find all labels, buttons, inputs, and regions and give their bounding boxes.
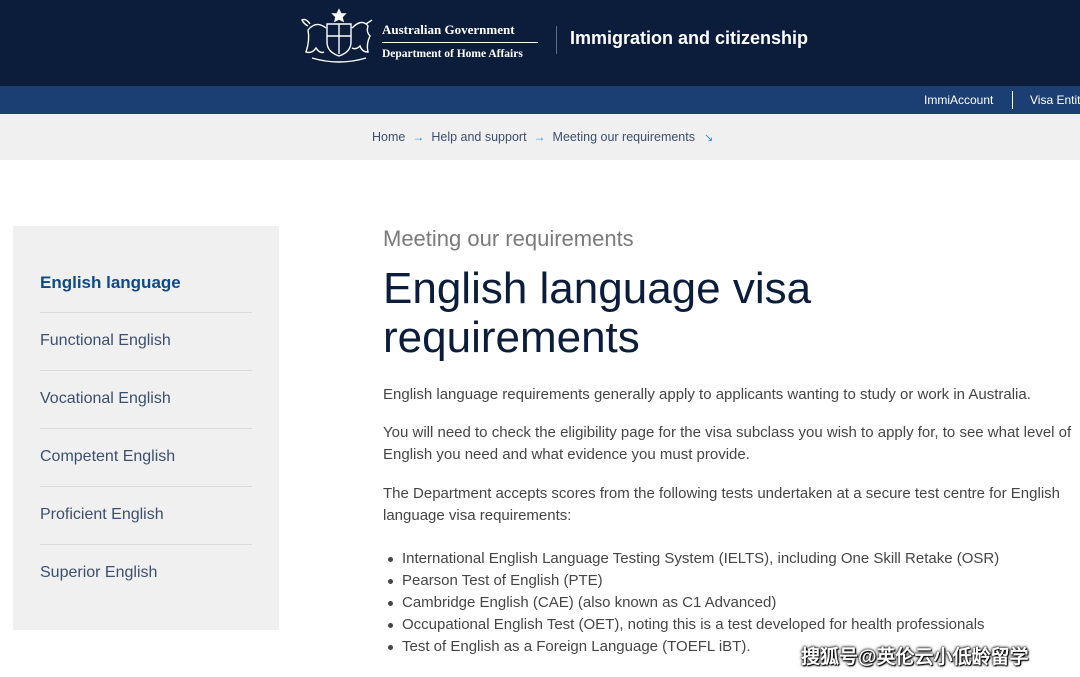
list-item: Pearson Test of English (PTE) xyxy=(383,570,1073,592)
sidebar-divider xyxy=(40,428,252,429)
gov-line-2: Department of Home Affairs xyxy=(382,48,523,60)
watermark: 搜狐号@英伦云小低龄留学 xyxy=(801,647,1029,668)
accepted-tests-paragraph: The Department accepts scores from the f… xyxy=(383,485,1060,524)
sidebar-divider xyxy=(40,370,252,371)
page-title: English language visa requirements xyxy=(383,264,812,362)
list-item: International English Language Testing S… xyxy=(383,548,1073,570)
nav-separator xyxy=(1012,91,1013,109)
sidebar-item-functional-english[interactable]: Functional English xyxy=(40,332,252,350)
header-divider xyxy=(556,26,557,54)
list-item: Cambridge English (CAE) (also known as C… xyxy=(383,592,1073,614)
sidebar-item-proficient-english[interactable]: Proficient English xyxy=(40,506,252,524)
sidebar-item-vocational-english[interactable]: Vocational English xyxy=(40,390,252,408)
arrow-down-right-icon[interactable]: ↘ xyxy=(704,132,713,144)
breadcrumb-home[interactable]: Home xyxy=(372,130,405,144)
site-title[interactable]: Immigration and citizenship xyxy=(570,28,808,49)
eligibility-paragraph: You will need to check the eligibility p… xyxy=(383,424,1072,463)
nav-link-immiaccount[interactable]: ImmiAccount xyxy=(924,93,993,107)
breadcrumb-meeting-requirements[interactable]: Meeting our requirements xyxy=(553,130,695,144)
breadcrumb-bar: Home → Help and support → Meeting our requir… xyxy=(0,114,1080,160)
sidebar-divider xyxy=(40,312,252,313)
sidebar-item-superior-english[interactable]: Superior English xyxy=(40,564,252,582)
site-header: Australian Government Department of Home… xyxy=(0,0,1080,86)
sidebar-nav: English language Functional English Voca… xyxy=(13,226,279,630)
coat-of-arms-icon[interactable] xyxy=(300,6,378,66)
sidebar-item-english-language[interactable]: English language xyxy=(40,273,252,293)
sidebar-divider xyxy=(40,544,252,545)
nav-link-visa-entitlement[interactable]: Visa Entit xyxy=(1030,93,1080,107)
arrow-right-icon: → xyxy=(412,130,425,144)
arrow-right-icon: → xyxy=(533,130,546,144)
intro-paragraph: English language requirements generally … xyxy=(383,386,1031,403)
sidebar-item-competent-english[interactable]: Competent English xyxy=(40,448,252,466)
breadcrumb: Home → Help and support → Meeting our requir… xyxy=(372,130,713,144)
page-kicker: Meeting our requirements xyxy=(383,226,634,251)
government-wordmark[interactable]: Australian Government Department of Home… xyxy=(382,22,538,60)
utility-nav: ImmiAccount Visa Entit xyxy=(0,86,1080,114)
list-item: Occupational English Test (OET), noting … xyxy=(383,614,1073,636)
gov-line-1: Australian Government xyxy=(382,22,538,43)
sidebar-divider xyxy=(40,486,252,487)
breadcrumb-help-and-support[interactable]: Help and support xyxy=(431,130,526,144)
